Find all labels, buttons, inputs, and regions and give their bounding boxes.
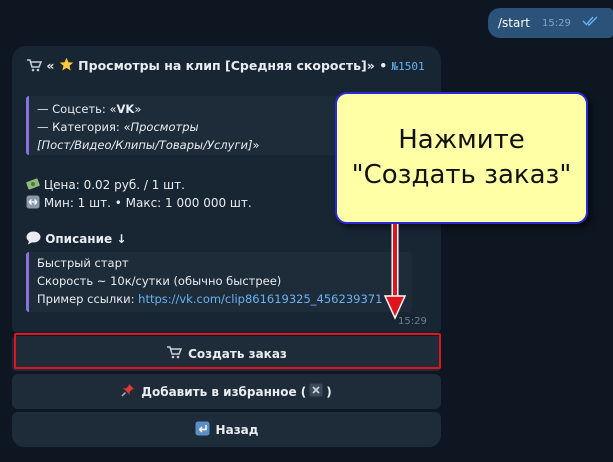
cross-icon [309, 383, 323, 400]
minmax-text: Мин: 1 шт. • Макс: 1 000 000 шт. [43, 196, 252, 210]
price-line: Цена: 0.02 руб. / 1 шт. [26, 177, 185, 192]
callout-line-1: Нажмите [398, 124, 525, 155]
category-suffix: » [252, 138, 260, 152]
category-value-2: [Пост/Видео/Клипы/Товары/Услуги] [37, 138, 253, 152]
back-label: Назад [215, 422, 259, 437]
outgoing-time: 15:29 [542, 18, 571, 29]
star-icon [59, 57, 74, 71]
description-line-1: Быстрый старт [37, 256, 129, 270]
category-prefix: — Категория: « [37, 120, 131, 134]
left-right-arrow-icon [26, 195, 40, 209]
shopping-cart-icon [27, 59, 42, 72]
description-label: Описание ↓ [45, 232, 127, 246]
add-favorite-label: Добавить в избранное ( [141, 384, 307, 399]
double-check-icon [582, 16, 598, 26]
social-value: VK [116, 102, 135, 116]
social-suffix: » [134, 102, 142, 116]
add-favorite-suffix: ) [326, 384, 332, 399]
pointer-arrow [383, 224, 407, 320]
title-separator: • [374, 58, 392, 73]
social-prefix: — Соцсеть: « [37, 102, 117, 116]
description-quote: Быстрый старт Скорость ~ 10к/сутки (обыч… [26, 252, 412, 312]
example-link[interactable]: https://vk.com/clip861619325_456239371 [138, 292, 382, 306]
message-title: « Просмотры на клип [Средняя скорость]» … [26, 57, 425, 73]
social-line: — Соцсеть: «VK» [37, 102, 141, 116]
order-number: №1501 [391, 60, 425, 73]
description-header: Описание ↓ [26, 231, 126, 246]
example-link-label: Пример ссылки: [37, 292, 139, 306]
minmax-line: Мин: 1 шт. • Макс: 1 000 000 шт. [26, 195, 252, 210]
speech-bubble-icon [26, 231, 41, 245]
callout-line-2: "Создать заказ" [351, 160, 572, 190]
money-icon [26, 178, 40, 190]
pushpin-icon [121, 383, 135, 400]
instruction-callout: Нажмите "Создать заказ" [335, 92, 588, 224]
category-line-2: [Пост/Видео/Клипы/Товары/Услуги]» [37, 138, 260, 152]
add-favorite-button[interactable]: Добавить в избранное ( ) [12, 374, 441, 409]
title-text: Просмотры на клип [Средняя скорость]» [78, 58, 375, 73]
outgoing-text: /start [498, 16, 530, 30]
description-line-3: Пример ссылки: https://vk.com/clip861619… [37, 292, 382, 306]
highlight-frame [14, 333, 441, 369]
price-text: Цена: 0.02 руб. / 1 шт. [43, 178, 185, 192]
title-prefix: « [46, 58, 55, 73]
back-button[interactable]: Назад [12, 412, 441, 447]
category-line: — Категория: «Просмотры [37, 120, 199, 134]
category-value-1: Просмотры [130, 120, 199, 134]
outgoing-message: /start 15:29 [488, 8, 613, 38]
description-line-2: Скорость ~ 10к/сутки (обычно быстрее) [37, 274, 282, 288]
back-arrow-icon [195, 421, 210, 439]
